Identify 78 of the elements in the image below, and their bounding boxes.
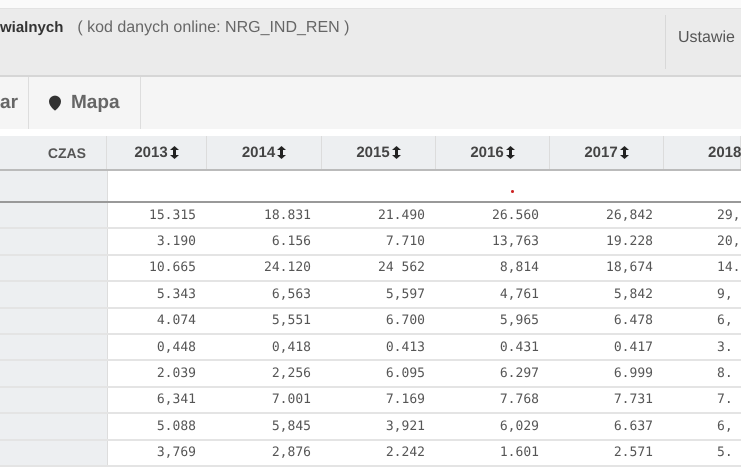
- table-cell-text: 20,: [716, 233, 741, 252]
- view-tab[interactable]: ar: [0, 77, 29, 129]
- table-cell-text: 5.088: [156, 418, 197, 436]
- year-column-header[interactable]: 2016: [436, 136, 550, 169]
- year-column-header[interactable]: 2013: [107, 136, 207, 169]
- table-cell-text: 8.: [716, 365, 734, 384]
- table-cell-text: 18.831: [263, 206, 312, 225]
- table-cell-text: 3,769: [156, 444, 197, 462]
- table-cell-text: 6.637: [612, 418, 654, 436]
- year-column-header[interactable]: 2018: [664, 136, 741, 169]
- table-cell-text: 0.413: [384, 338, 426, 357]
- settings-button[interactable]: Ustawie: [665, 15, 741, 69]
- table-cell-text: 5.343: [156, 286, 197, 304]
- table-cell-text: 0,448: [156, 338, 197, 357]
- table-cell-text: 3,921: [384, 418, 426, 436]
- table-cell-text: 3.190: [156, 233, 197, 252]
- table-cell-text: 4.074: [156, 312, 197, 330]
- sort-icon[interactable]: [170, 146, 179, 159]
- table-cell-text: 0.417: [612, 338, 654, 357]
- table-cell-text: 2.242: [384, 444, 426, 462]
- table-cell-text: 9,: [716, 286, 734, 304]
- table-cell-text: 26.560: [491, 206, 540, 225]
- table-cell-text: 2.039: [156, 365, 197, 384]
- table-cell-text: 7.731: [612, 391, 654, 410]
- table-cell-text: 3.: [716, 338, 734, 357]
- table-cell-text: 6,: [716, 312, 734, 330]
- year-column-header[interactable]: 2014: [207, 136, 322, 169]
- year-column-header[interactable]: 2017: [550, 136, 664, 169]
- table-cell-text: 5,965: [498, 312, 540, 330]
- table-cell-text: 7.001: [270, 391, 312, 410]
- table-cell-text: 5,842: [612, 286, 654, 304]
- table-cell-text: 6.095: [384, 365, 426, 384]
- table-cell-text: 10.665: [148, 259, 197, 278]
- sort-icon[interactable]: [392, 146, 401, 159]
- sort-icon[interactable]: [620, 146, 629, 159]
- table-cell-text: 5,597: [384, 286, 426, 304]
- table-cell-text: 6,563: [270, 286, 312, 304]
- dataset-code: ( kod danych online: NRG_IND_REN ): [77, 19, 350, 37]
- table-cell-text: 7.768: [498, 391, 540, 410]
- table-cell-text: 1.601: [498, 444, 540, 462]
- sort-icon[interactable]: [277, 146, 286, 159]
- table-cell-text: 6.999: [612, 365, 654, 384]
- year-column-header[interactable]: 2015: [322, 136, 436, 169]
- marker-dot: [511, 190, 514, 193]
- table-cell-text: 2,256: [270, 365, 312, 384]
- time-header: CZAS: [0, 136, 107, 169]
- table-cell-text: 24 562: [377, 259, 426, 278]
- table-cell-text: 26,842: [605, 206, 654, 225]
- table-cell-text: 8,814: [498, 259, 540, 278]
- table-cell-text: 5,845: [270, 418, 312, 436]
- table-cell-text: 6,341: [156, 391, 197, 410]
- table-cell-text: 0.431: [498, 338, 540, 357]
- table-cell-text: 13,763: [491, 233, 540, 252]
- table-cell-text: 14.: [716, 259, 741, 278]
- table-cell-text: 4,761: [498, 286, 540, 304]
- table-cell-text: 18,674: [605, 259, 654, 278]
- table-cell-text: 5.: [716, 444, 734, 462]
- table-cell-text: 6.297: [498, 365, 540, 384]
- table-cell-text: 6.156: [270, 233, 312, 252]
- table-cell-text: 6.478: [612, 312, 654, 330]
- table-cell-text: 6.700: [384, 312, 426, 330]
- table-cell-text: 19.228: [605, 233, 654, 252]
- dataset-title: wialnych: [0, 19, 64, 36]
- table-cell-text: 5,551: [270, 312, 312, 330]
- table-cell-text: 2.571: [612, 444, 654, 462]
- map-pin-icon: [46, 95, 63, 111]
- table-cell-text: 7.169: [384, 391, 426, 410]
- table-cell-text: 24.120: [263, 259, 312, 278]
- table-cell-text: 15.315: [148, 206, 197, 225]
- table-cell-text: 21.490: [377, 206, 426, 225]
- table-cell-text: 29,: [716, 206, 741, 225]
- table-cell-text: 7.710: [384, 233, 426, 252]
- table-cell-text: 0,418: [270, 338, 312, 357]
- table-cell-text: 6,: [716, 418, 734, 436]
- table-cell-text: 6,029: [498, 418, 540, 436]
- sort-icon[interactable]: [506, 146, 515, 159]
- table-cell-text: 2,876: [270, 444, 312, 462]
- table-cell-text: 7.: [716, 391, 734, 410]
